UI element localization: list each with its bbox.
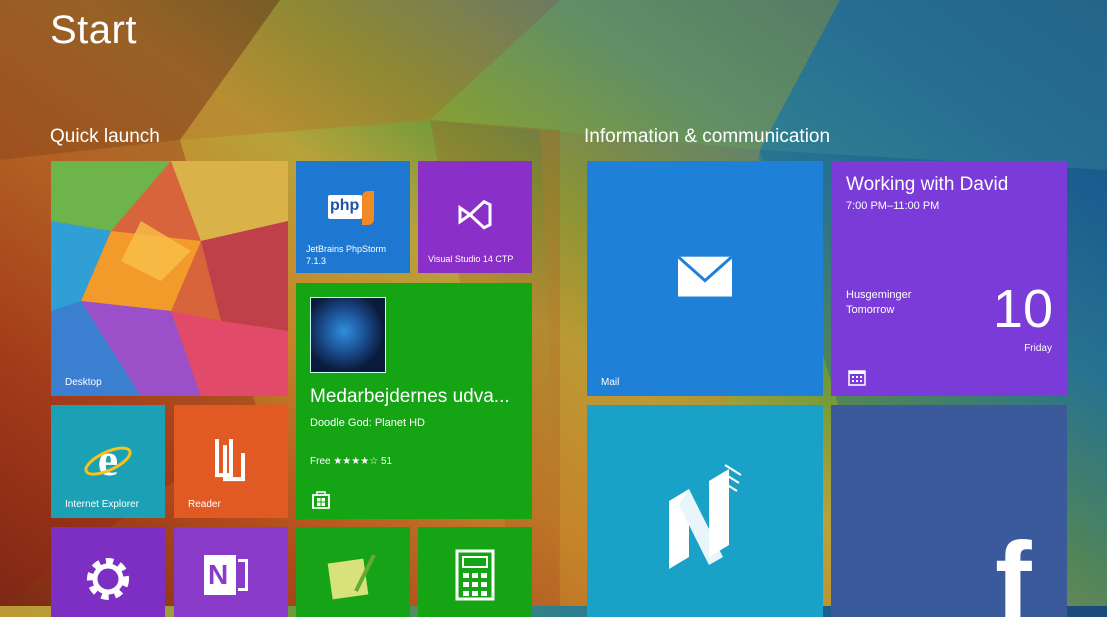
game-app-icon (327, 554, 376, 600)
news-n-icon (669, 464, 742, 569)
tile-phpstorm-label-line2: 7.1.3 (306, 256, 327, 266)
calendar-event-title: Working with David (846, 174, 1009, 195)
tile-ie-label: Internet Explorer (65, 499, 139, 510)
tile-desktop-label: Desktop (65, 377, 102, 388)
tile-visual-studio[interactable]: Visual Studio 14 CTP (418, 161, 532, 273)
tile-facebook[interactable]: f (831, 405, 1067, 617)
desktop-wallpaper-thumbnail (51, 161, 288, 396)
store-tile-title: Medarbejdernes udva... (310, 386, 510, 407)
calendar-grid-icon (848, 370, 866, 386)
calendar-next-event: Husgeminger (846, 289, 912, 301)
tile-reader[interactable]: Reader (174, 405, 288, 518)
group-title-info-comm[interactable]: Information & communication (584, 126, 830, 148)
tile-store[interactable]: Medarbejdernes udva... Doodle God: Plane… (296, 283, 532, 519)
calendar-day-number: 10 (992, 279, 1053, 339)
tile-visual-studio-label: Visual Studio 14 CTP (428, 254, 514, 264)
facebook-f-icon: f (995, 520, 1032, 617)
store-bag-icon (312, 491, 330, 509)
envelope-icon (678, 256, 732, 297)
svg-text:e: e (98, 435, 118, 483)
start-title: Start (50, 8, 137, 52)
tile-calculator[interactable] (418, 527, 532, 617)
tile-settings[interactable] (51, 527, 165, 617)
internet-explorer-icon: e (84, 435, 132, 483)
tile-news[interactable] (587, 405, 823, 617)
tile-reader-label: Reader (188, 499, 221, 510)
tile-mail-label: Mail (601, 377, 620, 388)
tile-calendar[interactable]: Working with David 7:00 PM–11:00 PM Husg… (831, 161, 1067, 396)
phpstorm-icon: php (328, 191, 378, 225)
tile-internet-explorer[interactable]: e Internet Explorer (51, 405, 165, 518)
calculator-icon (455, 549, 495, 601)
doodle-god-app-icon (310, 297, 386, 373)
reader-icon (215, 438, 245, 481)
calendar-next-when: Tomorrow (846, 304, 895, 316)
tile-phpstorm[interactable]: php JetBrains PhpStorm 7.1.3 (296, 161, 410, 273)
tile-mail[interactable]: Mail (587, 161, 823, 396)
tile-phpstorm-label-line1: JetBrains PhpStorm (306, 244, 387, 254)
visual-studio-icon (458, 199, 492, 230)
onenote-icon: N (204, 551, 248, 599)
tile-game[interactable] (296, 527, 410, 617)
tile-onenote[interactable]: N (174, 527, 288, 617)
group-title-quick-launch[interactable]: Quick launch (50, 126, 160, 148)
gear-icon (87, 558, 129, 600)
phpstorm-logo-text: php (330, 197, 360, 214)
store-tile-subtitle: Doodle God: Planet HD (310, 417, 425, 429)
calendar-day-name: Friday (1024, 343, 1052, 354)
tile-desktop[interactable]: Desktop (51, 161, 288, 396)
calendar-event-time: 7:00 PM–11:00 PM (846, 200, 940, 212)
store-tile-price: Free ★★★★☆ 51 (310, 456, 393, 467)
